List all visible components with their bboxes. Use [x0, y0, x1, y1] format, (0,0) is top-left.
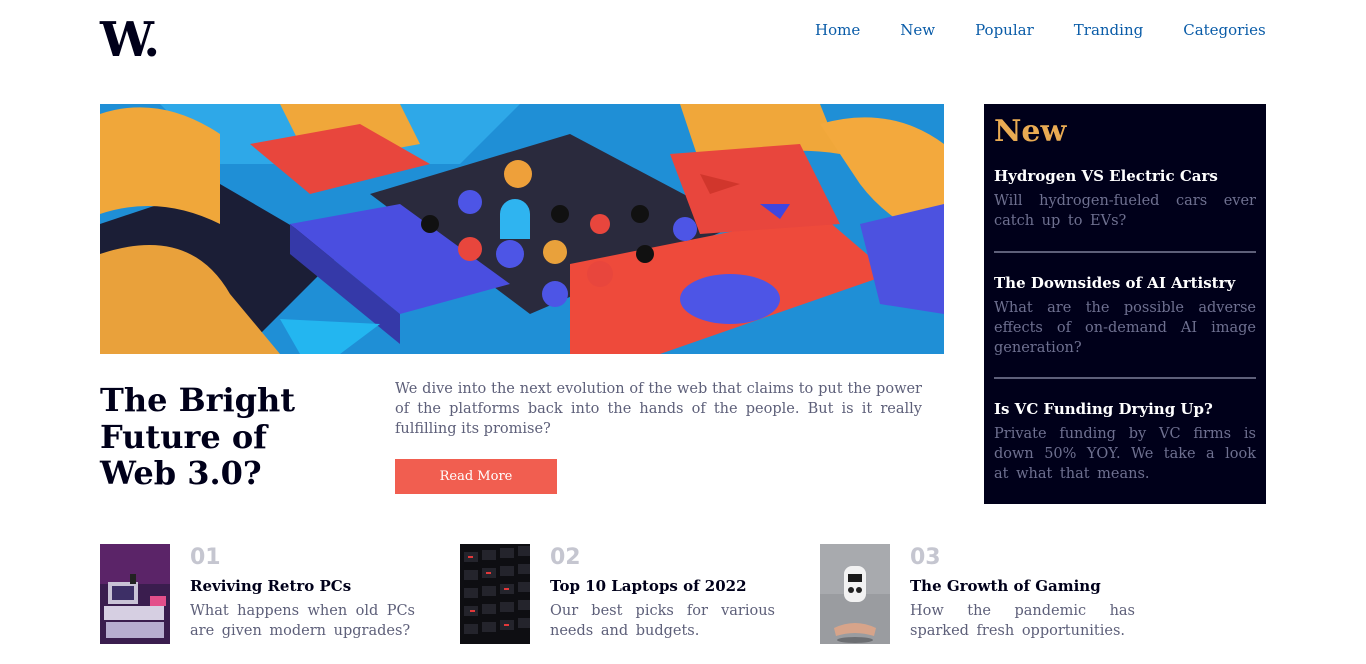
new-article-title[interactable]: The Downsides of AI Artistry: [994, 273, 1256, 293]
nav-new-link[interactable]: New: [900, 20, 935, 40]
hero-image: [100, 104, 944, 354]
new-article-title[interactable]: Hydrogen VS Electric Cars: [994, 166, 1256, 186]
new-article-item[interactable]: The Downsides of AI Artistry What are th…: [994, 273, 1256, 358]
nav-popular-link[interactable]: Popular: [975, 20, 1034, 40]
card-text: 02 Top 10 Laptops of 2022 Our best picks…: [550, 544, 775, 641]
read-more-button[interactable]: Read More: [395, 459, 557, 494]
laptop-keyboard-thumbnail[interactable]: [460, 544, 530, 644]
card-desc: Our best picks for various needs and bud…: [550, 603, 775, 639]
card-number: 03: [910, 545, 941, 570]
featured-card[interactable]: 03 The Growth of Gaming How the pandemic…: [820, 544, 1150, 644]
featured-list: 01 Reviving Retro PCs What happens when …: [100, 544, 1200, 644]
nav-categories-link[interactable]: Categories: [1183, 20, 1266, 40]
new-panel-title: New: [994, 114, 1067, 149]
card-desc: What happens when old PCs are given mode…: [190, 603, 415, 639]
divider: [994, 377, 1256, 379]
new-article-title[interactable]: Is VC Funding Drying Up?: [994, 399, 1256, 419]
new-article-desc: Will hydrogen-fueled cars ever catch up …: [994, 193, 1256, 229]
site-logo[interactable]: W.: [100, 12, 160, 68]
nav-tranding-link[interactable]: Tranding: [1074, 20, 1143, 40]
game-controller-thumbnail[interactable]: [820, 544, 890, 644]
card-number: 02: [550, 545, 581, 570]
featured-card[interactable]: 01 Reviving Retro PCs What happens when …: [100, 544, 430, 644]
card-text: 03 The Growth of Gaming How the pandemic…: [910, 544, 1135, 641]
new-article-desc: Private funding by VC firms is down 50% …: [994, 426, 1256, 482]
card-desc: How the pandemic has sparked fresh oppor…: [910, 603, 1135, 639]
card-number: 01: [190, 545, 221, 570]
divider: [994, 251, 1256, 253]
main-nav: Home New Popular Tranding Categories: [815, 20, 1266, 40]
card-title[interactable]: Reviving Retro PCs: [190, 576, 415, 596]
new-article-item[interactable]: Is VC Funding Drying Up? Private funding…: [994, 399, 1256, 484]
retro-pc-thumbnail[interactable]: [100, 544, 170, 644]
new-article-desc: What are the possible adverse effects of…: [994, 300, 1256, 356]
new-sidebar: New Hydrogen VS Electric Cars Will hydro…: [984, 104, 1266, 504]
featured-card[interactable]: 02 Top 10 Laptops of 2022 Our best picks…: [460, 544, 790, 644]
new-article-item[interactable]: Hydrogen VS Electric Cars Will hydrogen-…: [994, 166, 1256, 231]
hero-headline: The Bright Future of Web 3.0?: [100, 381, 296, 492]
nav-home-link[interactable]: Home: [815, 20, 860, 40]
hero-teaser: We dive into the next evolution of the w…: [395, 381, 922, 437]
card-title[interactable]: Top 10 Laptops of 2022: [550, 576, 775, 596]
card-title[interactable]: The Growth of Gaming: [910, 576, 1135, 596]
card-text: 01 Reviving Retro PCs What happens when …: [190, 544, 415, 641]
